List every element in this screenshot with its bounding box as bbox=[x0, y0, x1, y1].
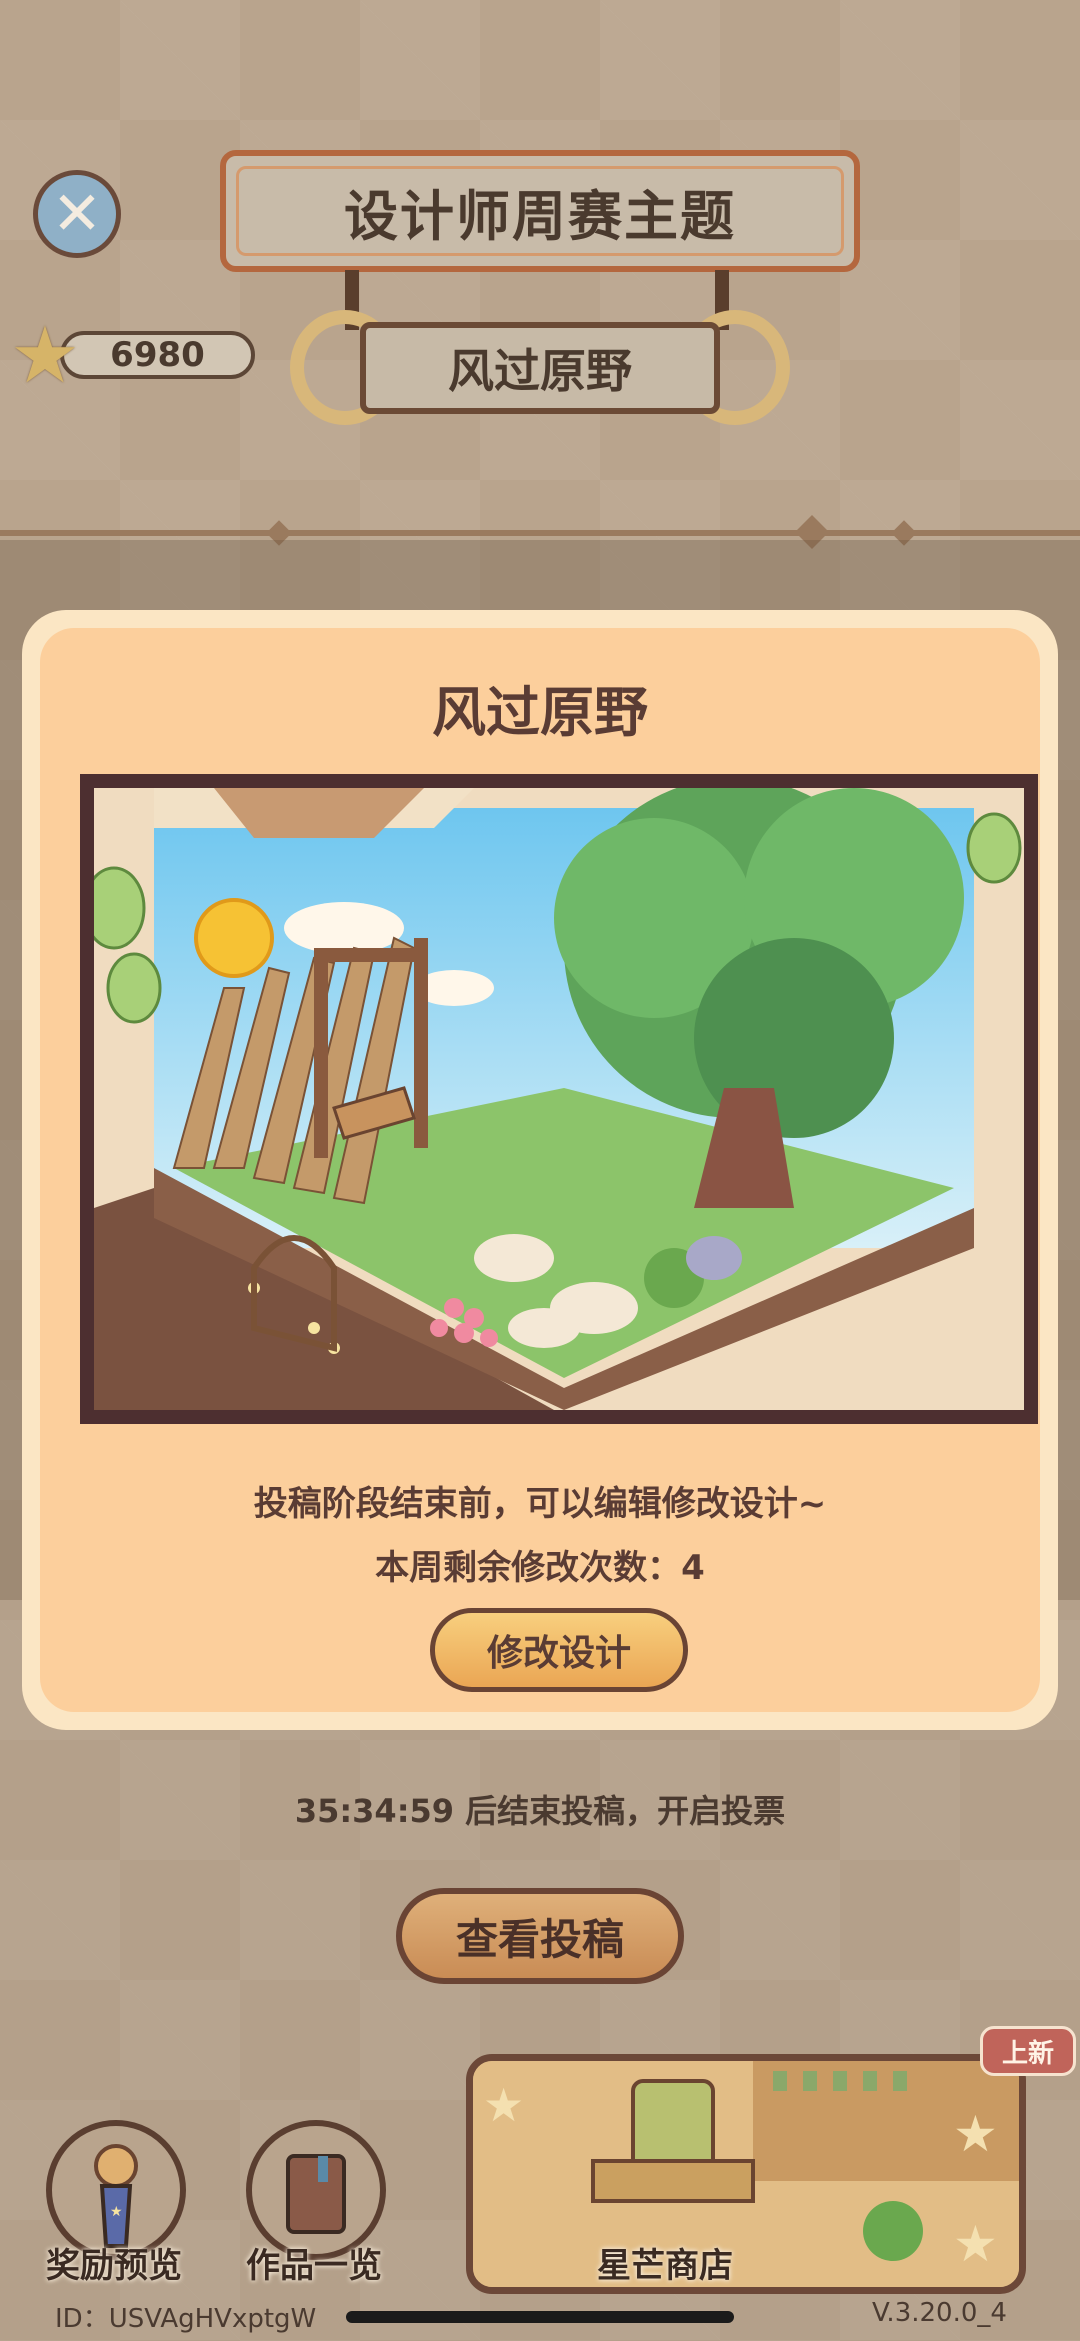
theme-name: 风过原野 bbox=[448, 343, 632, 398]
close-button[interactable]: ✕ bbox=[33, 170, 121, 258]
new-badge-label: 上新 bbox=[1001, 2038, 1054, 2069]
player-id: ID：USVAgHVxptgW bbox=[55, 2304, 317, 2334]
svg-text:★: ★ bbox=[953, 2105, 998, 2163]
view-submissions-label: 查看投稿 bbox=[455, 1914, 624, 1964]
edit-description: 投稿阶段结束前，可以编辑修改设计~ bbox=[253, 1484, 827, 1524]
svg-text:★: ★ bbox=[953, 2215, 998, 2273]
star-icon: ★ bbox=[10, 311, 80, 401]
rewards-preview-label: 奖励预览 bbox=[46, 2246, 182, 2286]
works-list-label: 作品一览 bbox=[246, 2246, 382, 2286]
svg-text:★: ★ bbox=[110, 2204, 123, 2220]
submission-countdown: 35:34:59 后结束投稿，开启投票 bbox=[294, 1792, 786, 1830]
title-plate: 设计师周赛主题 bbox=[220, 150, 860, 272]
svg-text:★: ★ bbox=[483, 2078, 524, 2132]
close-icon: ✕ bbox=[51, 179, 103, 249]
view-submissions-button[interactable]: 查看投稿 bbox=[396, 1888, 684, 1984]
star-count-value: 6980 bbox=[110, 335, 205, 375]
modal-title: 风过原野 bbox=[432, 681, 648, 744]
trophy-icon: ★ bbox=[94, 2144, 138, 2248]
new-badge: 上新 bbox=[980, 2026, 1076, 2076]
app-version: V.3.20.0_4 bbox=[872, 2298, 1007, 2328]
book-icon bbox=[286, 2154, 346, 2234]
remaining-edits: 本周剩余修改次数：4 bbox=[375, 1548, 705, 1588]
page-title: 设计师周赛主题 bbox=[344, 184, 736, 248]
rail-divider bbox=[0, 530, 1080, 536]
garden-room-illustration bbox=[94, 788, 1024, 1410]
modal-body: 风过原野 投稿阶段结束前，可以编辑修改设计~ 本周剩余修改次数：4 修改设计 bbox=[40, 628, 1040, 1712]
edit-design-label: 修改设计 bbox=[486, 1633, 631, 1674]
design-preview-image bbox=[80, 774, 1038, 1424]
edit-design-button[interactable]: 修改设计 bbox=[430, 1608, 688, 1692]
home-indicator[interactable] bbox=[346, 2311, 734, 2323]
theme-plate: 风过原野 bbox=[290, 310, 790, 425]
star-currency: 6980 ★ bbox=[10, 317, 255, 395]
star-shop-label: 星芒商店 bbox=[597, 2246, 733, 2286]
theme-modal: 风过原野 投稿阶段结束前，可以编辑修改设计~ 本周剩余修改次数：4 修改设计 bbox=[22, 610, 1058, 1730]
